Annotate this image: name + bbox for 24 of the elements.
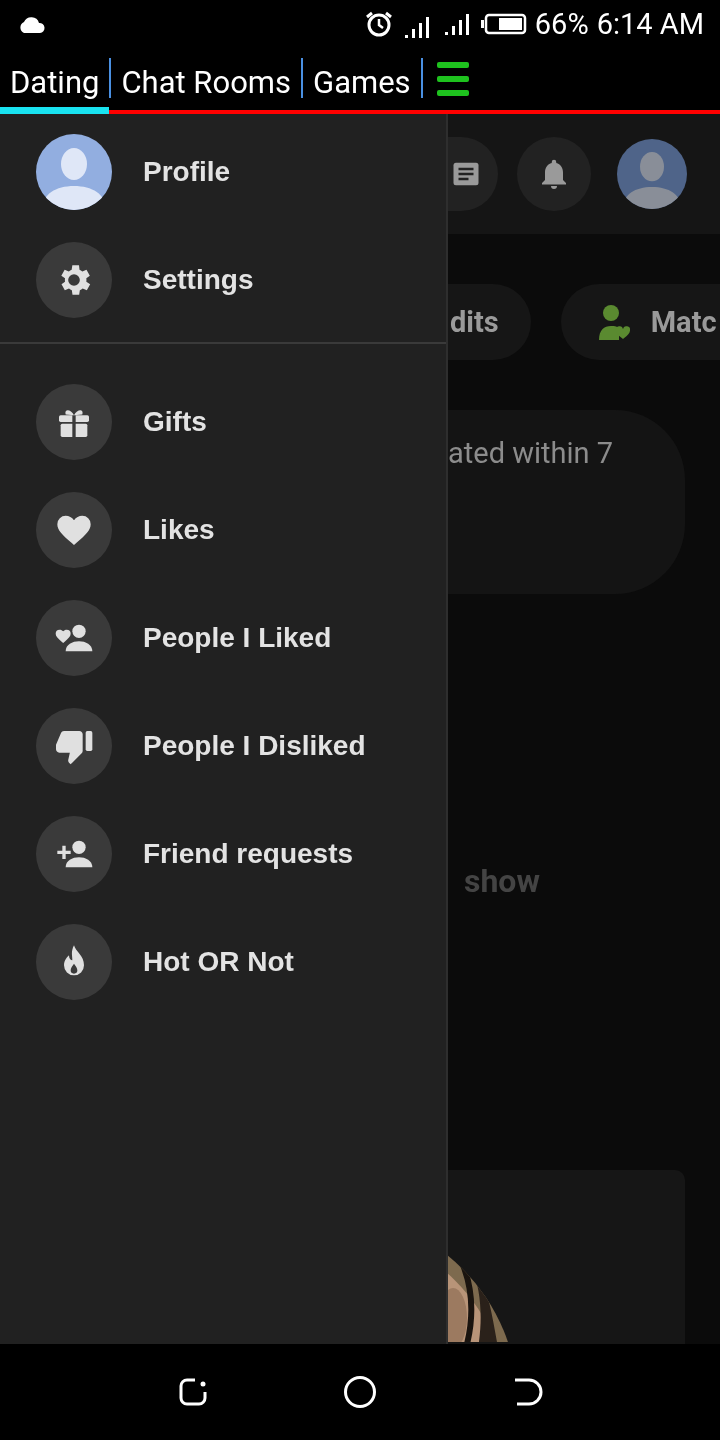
- alarm-icon: [364, 10, 393, 38]
- menu-item[interactable]: People I Liked: [0, 584, 446, 692]
- home-icon[interactable]: [343, 1375, 377, 1409]
- tab[interactable]: Chat Rooms: [111, 52, 301, 114]
- menu-item[interactable]: Likes: [0, 476, 446, 584]
- message-icon[interactable]: [448, 137, 498, 211]
- person-heart-icon: [596, 304, 631, 340]
- menu-icon[interactable]: [436, 62, 469, 96]
- match-chip[interactable]: Matc: [560, 284, 720, 360]
- cloud-icon: [18, 15, 46, 33]
- battery-percent: 66%: [534, 7, 589, 41]
- profile-item[interactable]: Profile: [0, 118, 446, 226]
- credits-chip[interactable]: dits: [448, 284, 531, 360]
- menu-item[interactable]: People I Disliked: [0, 692, 446, 800]
- notice-text: ated within 7: [448, 436, 614, 470]
- menu-item[interactable]: Gifts: [0, 368, 446, 476]
- empty-message: show: [464, 862, 541, 900]
- menu-item[interactable]: Settings: [0, 226, 446, 334]
- recent-apps-icon[interactable]: [177, 1376, 209, 1408]
- clock: 6:14 AM: [596, 7, 704, 41]
- tab[interactable]: Games: [303, 52, 421, 114]
- menu-item[interactable]: Hot OR Not: [0, 908, 446, 1016]
- menu-item[interactable]: Friend requests: [0, 800, 446, 908]
- battery-icon: [480, 13, 527, 35]
